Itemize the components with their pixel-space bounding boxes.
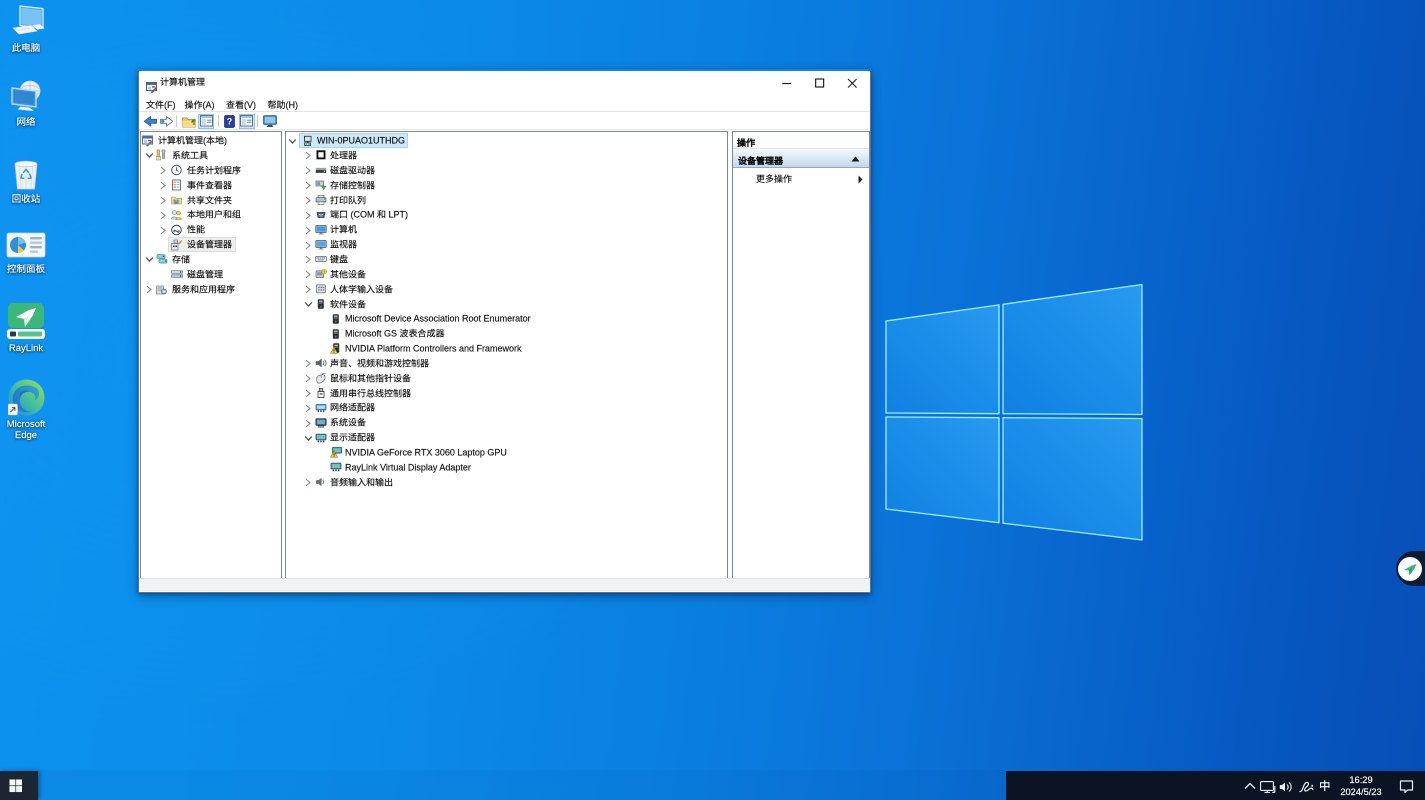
svg-text:?: ? — [227, 116, 233, 126]
